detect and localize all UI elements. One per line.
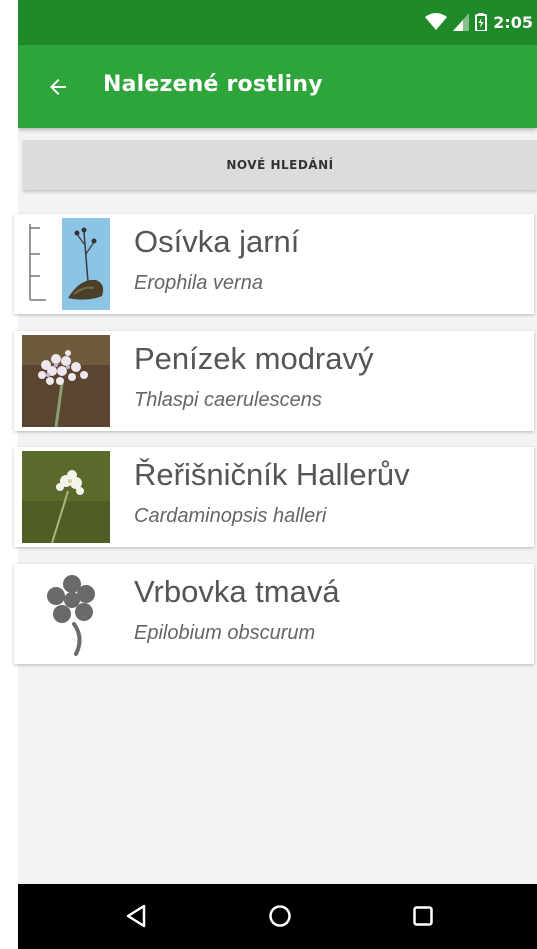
plant-common-name: Penízek modravý: [134, 341, 374, 376]
plant-common-name: Vrbovka tmavá: [134, 574, 340, 609]
plant-thumbnail: [22, 568, 110, 660]
plant-photo-image: [22, 451, 110, 543]
plant-thumbnail: [22, 335, 110, 427]
back-triangle-icon: [126, 904, 146, 928]
plant-thumbnail: [22, 218, 110, 310]
plant-latin-name: Cardaminopsis halleri: [134, 505, 327, 527]
list-item[interactable]: Řeřišničník Hallerův Cardaminopsis halle…: [14, 447, 534, 547]
nav-home-button[interactable]: [260, 896, 300, 936]
arrow-left-icon: [50, 79, 66, 95]
home-circle-icon: [269, 905, 291, 927]
nav-recents-button[interactable]: [403, 896, 443, 936]
system-nav-bar: [18, 884, 537, 949]
plant-latin-name: Erophila verna: [134, 272, 263, 294]
list-item[interactable]: Osívka jarní Erophila verna: [14, 214, 534, 314]
app-bar: Nalezené rostliny: [18, 45, 537, 128]
signal-icon: [453, 13, 470, 31]
status-icons: 2:05: [425, 10, 533, 34]
page-title: Nalezené rostliny: [103, 72, 323, 97]
plant-common-name: Řeřišničník Hallerův: [134, 457, 410, 492]
back-button[interactable]: [40, 69, 76, 105]
status-time: 2:05: [493, 12, 533, 32]
recents-square-icon: [413, 906, 433, 926]
plant-latin-name: Epilobium obscurum: [134, 622, 316, 644]
battery-icon: [475, 13, 488, 31]
plant-latin-name: Thlaspi caerulescens: [134, 389, 322, 411]
wifi-icon: [425, 13, 448, 30]
new-search-button[interactable]: NOVÉ HLEDÁNÍ: [23, 140, 537, 190]
list-item[interactable]: Penízek modravý Thlaspi caerulescens: [14, 331, 534, 431]
plant-thumbnail: [22, 451, 110, 543]
flower-placeholder-icon: [22, 568, 110, 660]
list-item[interactable]: Vrbovka tmavá Epilobium obscurum: [14, 564, 534, 664]
plant-drawing-image: [22, 218, 110, 310]
status-bar: 2:05: [18, 0, 537, 45]
plant-photo-image: [22, 335, 110, 427]
plant-common-name: Osívka jarní: [134, 224, 300, 259]
nav-back-button[interactable]: [116, 896, 156, 936]
